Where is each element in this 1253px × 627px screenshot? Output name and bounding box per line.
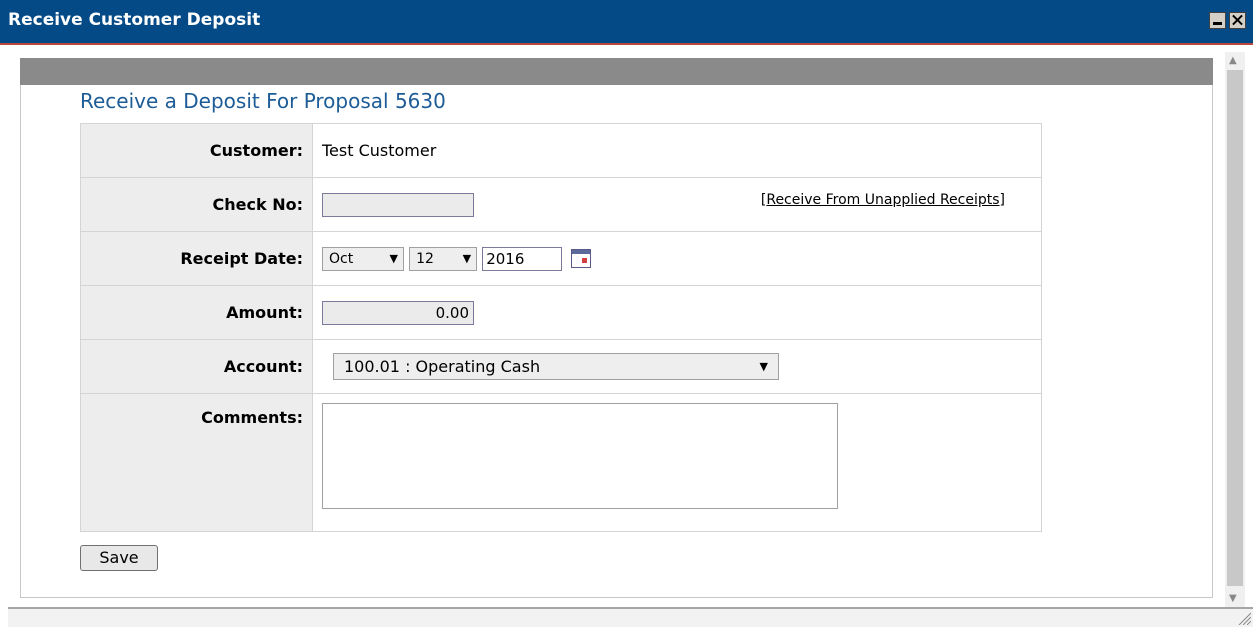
month-value: Oct [329, 250, 354, 267]
scroll-down-icon[interactable]: ▼ [1229, 593, 1237, 604]
amount-input[interactable]: 0.00 [322, 300, 474, 325]
check-no-input[interactable] [322, 192, 474, 217]
scrollbar-thumb[interactable] [1227, 70, 1243, 586]
chevron-down-icon: ▼ [462, 251, 472, 265]
day-select[interactable]: 12 ▼ [409, 246, 478, 271]
comments-textarea[interactable] [322, 403, 838, 509]
window-title: Receive Customer Deposit [8, 10, 261, 30]
unapplied-receipts-link-text[interactable]: Receive From Unapplied Receipts [766, 192, 999, 208]
customer-value: Test Customer [312, 123, 1042, 178]
panel-header-strip [20, 58, 1213, 85]
resize-grip-icon[interactable] [1237, 611, 1251, 625]
minimize-icon[interactable] [1209, 12, 1226, 29]
status-bar [8, 607, 1253, 627]
check-no-label: Check No: [80, 177, 313, 232]
amount-label: Amount: [80, 285, 313, 340]
year-input[interactable]: 2016 [482, 246, 563, 271]
account-value: 100.01 : Operating Cash [344, 357, 541, 376]
chevron-down-icon: ▼ [389, 251, 398, 265]
save-button[interactable]: Save [80, 545, 158, 571]
customer-label: Customer: [80, 123, 313, 178]
receipt-date-label: Receipt Date: [80, 231, 313, 286]
deposit-form-table: Customer: Test Customer Check No: [Recei… [80, 123, 1042, 532]
unapplied-receipts-link[interactable]: [Receive From Unapplied Receipts] [761, 192, 1005, 208]
account-label: Account: [80, 339, 313, 394]
comments-label: Comments: [80, 393, 313, 532]
title-bar: Receive Customer Deposit [0, 0, 1253, 45]
chevron-down-icon: ▼ [759, 360, 768, 373]
page-title: Receive a Deposit For Proposal 5630 [80, 89, 446, 113]
vertical-scrollbar[interactable]: ▲ ▼ [1225, 52, 1245, 607]
scroll-up-icon[interactable]: ▲ [1229, 55, 1237, 66]
account-select[interactable]: 100.01 : Operating Cash ▼ [333, 353, 779, 380]
month-select[interactable]: Oct ▼ [322, 246, 404, 271]
close-icon[interactable] [1229, 12, 1246, 29]
day-value: 12 [416, 250, 434, 267]
calendar-icon[interactable] [571, 249, 592, 268]
